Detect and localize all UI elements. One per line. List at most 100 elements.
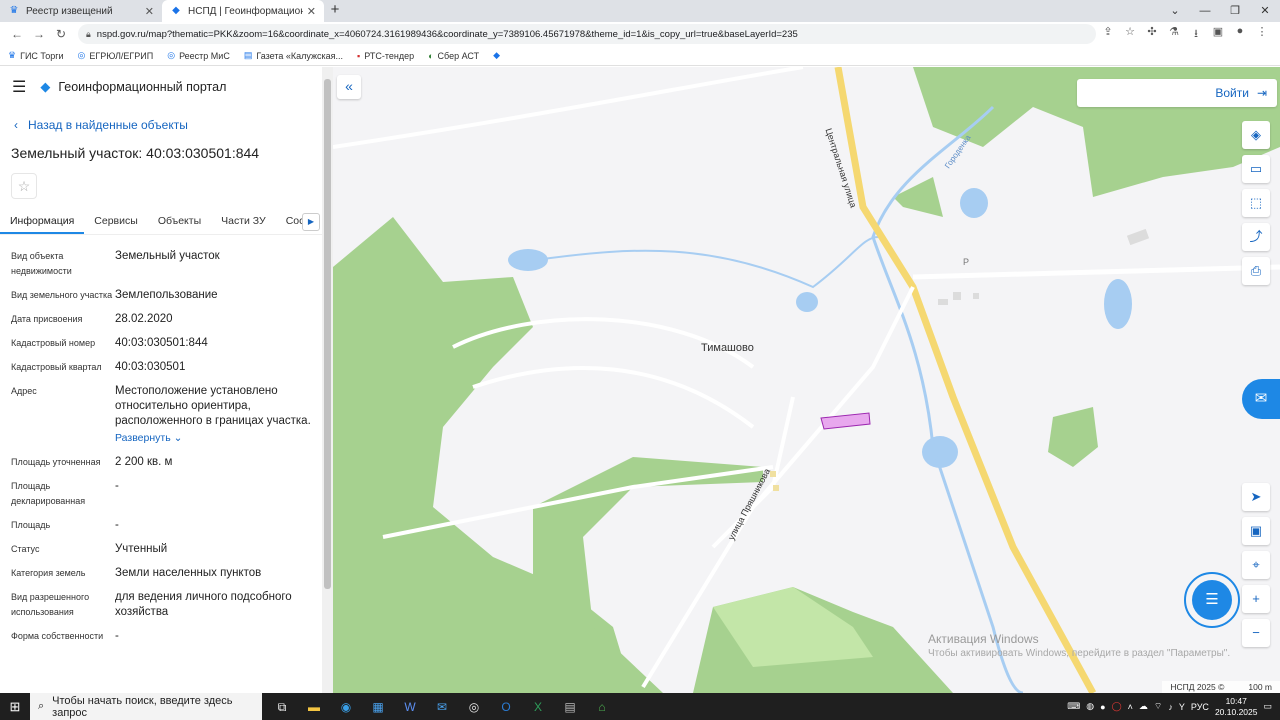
bookmark-star-icon[interactable]: ☆ <box>1124 25 1136 44</box>
select-area-icon[interactable]: ⬚ <box>1242 189 1270 217</box>
side-road <box>912 264 1280 280</box>
info-row: Категория земель Земли населенных пунктов <box>11 567 262 579</box>
zoom-in-icon[interactable]: + <box>1242 585 1270 613</box>
calculator-icon[interactable]: ▤ <box>560 697 580 717</box>
windows-start-icon[interactable]: ⊞ <box>0 699 30 715</box>
wifi-icon[interactable]: ⌔ <box>1154 701 1162 712</box>
info-row: Статус Учтенный <box>11 543 168 555</box>
minimap-icon[interactable]: ▣ <box>1242 517 1270 545</box>
url-input[interactable]: 🔒︎ nspd.gov.ru/map?thematic=PKK&zoom=16&… <box>78 24 1096 44</box>
tab-information[interactable]: Информация <box>0 211 85 234</box>
sidebar-scrollbar[interactable] <box>322 67 333 693</box>
house-app-icon[interactable]: ⌂ <box>592 697 612 717</box>
task-view-icon[interactable]: ⧉ <box>272 697 292 717</box>
opera-tray-icon[interactable]: ◯ <box>1112 701 1122 712</box>
store-icon[interactable]: ▦ <box>368 697 388 717</box>
close-icon[interactable]: ✕ <box>145 5 154 18</box>
rts-logo-icon: ▪ <box>357 50 361 61</box>
close-window-icon[interactable]: ✕ <box>1250 0 1280 22</box>
bookmark-nspd[interactable]: ◆ <box>493 50 500 61</box>
browser-tab-nspd[interactable]: ◆ НСПД | Геоинформационный п ✕ <box>162 0 324 22</box>
forward-arrow-icon[interactable]: → <box>28 27 50 41</box>
restore-icon[interactable]: ❐ <box>1220 0 1250 22</box>
map-canvas[interactable]: Тимашово Центральная улица улица Пряшник… <box>333 67 1280 693</box>
antivirus-tray-icon[interactable]: ● <box>1100 702 1105 712</box>
share-icon[interactable]: ⤴ <box>1242 223 1270 251</box>
bookmark-gazeta[interactable]: ▤ Газета «Калужская... <box>244 50 343 61</box>
network-tray-icon[interactable]: ◍ <box>1086 701 1094 712</box>
chevron-up-icon[interactable]: ˄ <box>1128 702 1133 712</box>
info-row-address: Адрес Местоположение установлено относит… <box>11 384 316 446</box>
login-button[interactable]: Войти ⇥ <box>1077 79 1277 107</box>
ruler-icon[interactable]: ▭ <box>1242 155 1270 183</box>
chevron-down-icon[interactable]: ⌄ <box>1160 0 1190 22</box>
taskbar-search-input[interactable]: ⌕ Чтобы начать поиск, введите здесь запр… <box>30 693 262 720</box>
word-icon[interactable]: W <box>400 697 420 717</box>
collapse-sidebar-button[interactable]: « <box>337 75 361 99</box>
nspd-logo-icon: ◆ <box>493 50 501 60</box>
nspd-logo-icon: ◆ <box>40 79 51 94</box>
puzzle-icon[interactable]: ✣ <box>1146 25 1158 44</box>
language-indicator[interactable]: РУС <box>1191 702 1209 712</box>
excel-icon[interactable]: X <box>528 697 548 717</box>
sidepanel-icon[interactable]: ▣ <box>1212 25 1224 44</box>
help-chat-icon[interactable]: ✉ <box>1242 379 1280 419</box>
tab-objects[interactable]: Объекты <box>148 211 211 234</box>
outlook-icon[interactable]: O <box>496 697 516 717</box>
download-icon[interactable]: ⭳ <box>1190 25 1202 44</box>
scale-bar: 100 m <box>1248 682 1272 692</box>
chevron-left-icon: ‹ <box>14 118 18 132</box>
print-icon[interactable]: ⎙ <box>1242 257 1270 285</box>
globe-icon: ◎ <box>167 50 176 60</box>
file-explorer-icon[interactable]: ▬ <box>304 697 324 717</box>
scrollbar-thumb[interactable] <box>324 79 331 589</box>
taskbar-clock[interactable]: 10:47 20.10.2025 <box>1215 696 1258 718</box>
back-to-results-link[interactable]: ‹ Назад в найденные объекты <box>14 118 188 132</box>
tab-services[interactable]: Сервисы <box>84 211 148 234</box>
bookmark-rts[interactable]: ▪ РТС-тендер <box>357 51 414 61</box>
bookmark-reestr-mis[interactable]: ◎ Реестр МиС <box>167 50 230 61</box>
minimize-icon[interactable]: — <box>1190 0 1220 22</box>
geolocation-icon[interactable]: ⌖ <box>1242 551 1270 579</box>
bookmark-gis-torgi[interactable]: ♛ ГИС Торги <box>8 50 64 61</box>
navigate-icon[interactable]: ➤ <box>1242 483 1270 511</box>
favorite-star-icon[interactable]: ☆ <box>11 173 37 199</box>
highlighted-parcel <box>820 412 871 430</box>
yandex-tray-icon[interactable]: Y <box>1179 702 1185 712</box>
bookmark-sber-ast[interactable]: ◐ Сбер АСТ <box>428 51 479 61</box>
notifications-icon[interactable]: ▭ <box>1263 701 1272 712</box>
expand-address-link[interactable]: Развернуть ⌄ <box>115 431 316 446</box>
flask-icon[interactable]: ⚗ <box>1168 25 1180 44</box>
info-list: Вид объекта недвижимости Земельный участо… <box>11 249 316 653</box>
info-row: Форма собственности - <box>11 630 119 642</box>
bookmarks-bar: ♛ ГИС Торги ◎ ЕГРЮЛ/ЕГРИП ◎ Реестр МиС ▤ Газ… <box>0 46 1280 66</box>
zoom-out-icon[interactable]: − <box>1242 619 1270 647</box>
sidebar-tabs: Информация Сервисы Объекты Части ЗУ Сост… <box>0 211 322 235</box>
stream-west <box>542 236 879 289</box>
keyboard-icon[interactable]: ⌨ <box>1067 701 1080 712</box>
volume-icon[interactable]: ♪ <box>1168 702 1173 712</box>
back-arrow-icon[interactable]: ← <box>6 27 28 41</box>
reload-icon[interactable]: ↻ <box>50 27 72 41</box>
new-tab-button[interactable]: + <box>324 0 346 22</box>
chrome-icon[interactable]: ◎ <box>464 697 484 717</box>
cloud-tray-icon[interactable]: ☁ <box>1139 701 1148 712</box>
central-street <box>834 67 1097 693</box>
info-row: Вид земельного участка Землепользование <box>11 289 218 301</box>
tabs-scroll-right-icon[interactable]: ▶ <box>302 213 320 231</box>
close-icon[interactable]: ✕ <box>307 5 316 18</box>
menu-dots-icon[interactable]: ⋮ <box>1256 25 1268 44</box>
mail-icon[interactable]: ✉ <box>432 697 452 717</box>
share-icon[interactable]: ⇪ <box>1102 25 1114 44</box>
profile-icon[interactable]: ● <box>1234 25 1246 44</box>
chat-bubble-icon: ☰ <box>1192 580 1232 620</box>
hamburger-menu-icon[interactable]: ☰ <box>12 77 26 97</box>
bookmark-egrul[interactable]: ◎ ЕГРЮЛ/ЕГРИП <box>78 50 154 61</box>
edge-icon[interactable]: ◉ <box>336 697 356 717</box>
tab-parts[interactable]: Части ЗУ <box>211 211 276 234</box>
map-svg <box>333 67 1280 693</box>
chat-button[interactable]: ☰ <box>1184 572 1240 628</box>
browser-tab-registry[interactable]: ♛ Реестр извещений ✕ <box>0 0 162 22</box>
north-road <box>333 67 804 149</box>
layers-icon[interactable]: ◈ <box>1242 121 1270 149</box>
